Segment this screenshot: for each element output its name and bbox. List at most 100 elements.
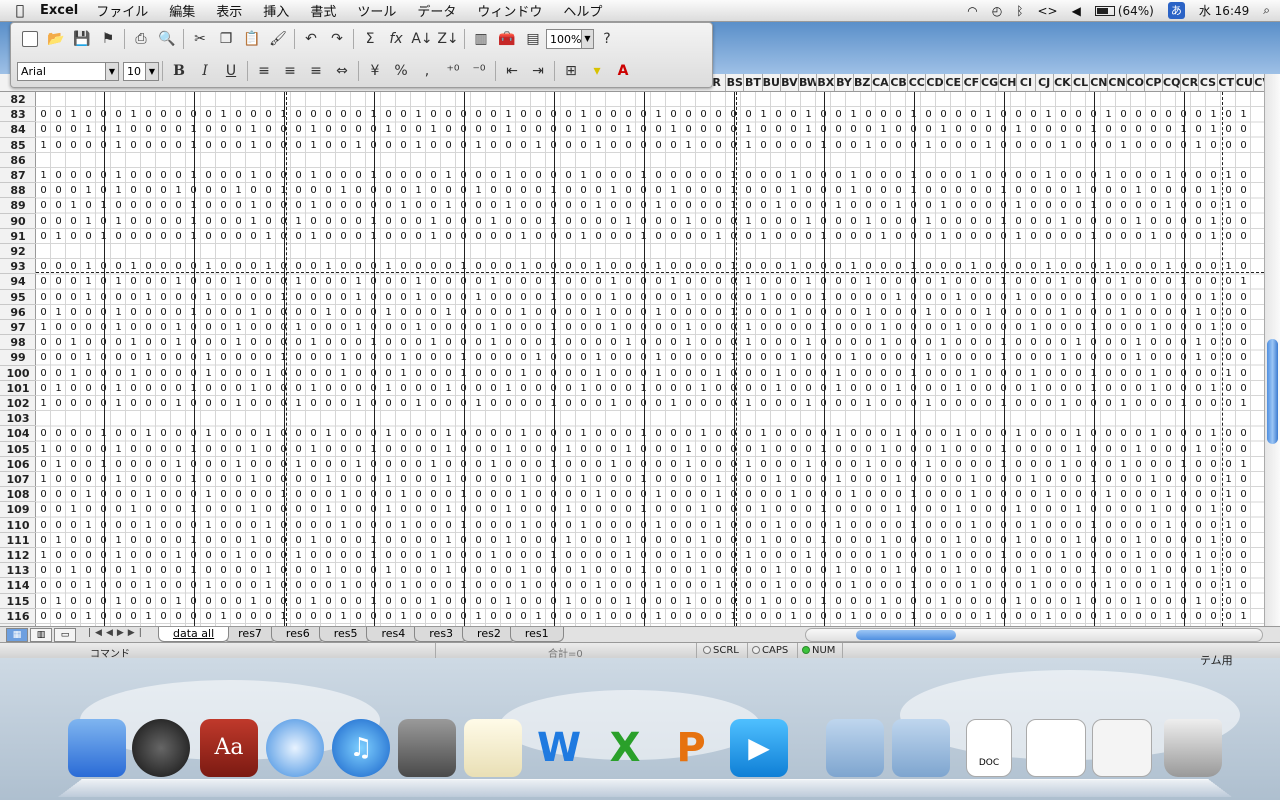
- cell[interactable]: 0: [981, 426, 996, 441]
- cell[interactable]: 0: [801, 183, 816, 198]
- cell[interactable]: 0: [321, 335, 336, 350]
- cell[interactable]: 0: [861, 350, 876, 365]
- cell[interactable]: 0: [936, 457, 951, 472]
- cell[interactable]: 0: [426, 366, 441, 381]
- cell[interactable]: 0: [651, 183, 666, 198]
- cell[interactable]: 0: [846, 426, 861, 441]
- cell[interactable]: 0: [396, 457, 411, 472]
- cell[interactable]: 0: [591, 502, 606, 517]
- cell[interactable]: 0: [216, 366, 231, 381]
- cell[interactable]: 0: [396, 472, 411, 487]
- cell[interactable]: 0: [156, 320, 171, 335]
- row-header[interactable]: 100: [0, 366, 36, 381]
- cell[interactable]: 0: [156, 122, 171, 137]
- cell[interactable]: 0: [606, 518, 621, 533]
- cell[interactable]: 0: [111, 426, 126, 441]
- cell[interactable]: 0: [81, 335, 96, 350]
- cell[interactable]: 1: [846, 107, 861, 122]
- cell[interactable]: 0: [936, 305, 951, 320]
- cell[interactable]: 0: [486, 578, 501, 593]
- cell[interactable]: 1: [651, 350, 666, 365]
- cell[interactable]: 0: [81, 533, 96, 548]
- cell[interactable]: 0: [336, 396, 351, 411]
- cell[interactable]: 0: [486, 183, 501, 198]
- cell[interactable]: 0: [1236, 229, 1251, 244]
- cell[interactable]: 0: [156, 305, 171, 320]
- cell[interactable]: 1: [651, 107, 666, 122]
- cell[interactable]: 0: [336, 138, 351, 153]
- cell[interactable]: 1: [141, 426, 156, 441]
- cell[interactable]: 0: [831, 290, 846, 305]
- cell[interactable]: 1: [201, 426, 216, 441]
- cell[interactable]: 1: [531, 350, 546, 365]
- cell[interactable]: 0: [1221, 122, 1236, 137]
- cell[interactable]: 0: [66, 183, 81, 198]
- cell[interactable]: 0: [1071, 366, 1086, 381]
- cell[interactable]: 0: [516, 350, 531, 365]
- cell[interactable]: 0: [486, 107, 501, 122]
- cell[interactable]: 0: [1191, 472, 1206, 487]
- cell[interactable]: 0: [381, 290, 396, 305]
- cell[interactable]: 0: [1191, 122, 1206, 137]
- cell[interactable]: 0: [756, 183, 771, 198]
- cell[interactable]: 0: [306, 350, 321, 365]
- cell[interactable]: 0: [591, 457, 606, 472]
- applications-folder-icon[interactable]: [826, 719, 884, 777]
- cell[interactable]: 0: [666, 335, 681, 350]
- cell[interactable]: 0: [1011, 563, 1026, 578]
- cell[interactable]: 0: [696, 168, 711, 183]
- cell[interactable]: 0: [591, 594, 606, 609]
- cell[interactable]: 0: [66, 457, 81, 472]
- cell[interactable]: 0: [876, 107, 891, 122]
- cell[interactable]: 0: [426, 107, 441, 122]
- cell[interactable]: 0: [231, 138, 246, 153]
- cell[interactable]: 0: [441, 138, 456, 153]
- cell[interactable]: 0: [231, 168, 246, 183]
- cell[interactable]: 0: [606, 214, 621, 229]
- cell[interactable]: 0: [141, 548, 156, 563]
- cell[interactable]: 1: [966, 487, 981, 502]
- cell[interactable]: 0: [1041, 396, 1056, 411]
- cell[interactable]: 0: [891, 578, 906, 593]
- cell[interactable]: 1: [411, 107, 426, 122]
- cell[interactable]: 1: [681, 335, 696, 350]
- horizontal-scroll-thumb[interactable]: [856, 630, 956, 640]
- cell[interactable]: 0: [1026, 350, 1041, 365]
- cell[interactable]: 0: [426, 305, 441, 320]
- cell[interactable]: 1: [741, 214, 756, 229]
- cell[interactable]: 0: [1071, 457, 1086, 472]
- cell[interactable]: 0: [306, 274, 321, 289]
- cell[interactable]: 0: [966, 350, 981, 365]
- cell[interactable]: 1: [291, 274, 306, 289]
- cell[interactable]: 0: [966, 457, 981, 472]
- cell[interactable]: 0: [846, 457, 861, 472]
- cell[interactable]: 0: [651, 274, 666, 289]
- cell[interactable]: 1: [891, 502, 906, 517]
- cell[interactable]: 0: [216, 563, 231, 578]
- cell[interactable]: 0: [936, 502, 951, 517]
- font-color-icon[interactable]: A: [610, 59, 636, 83]
- cell[interactable]: 0: [1101, 548, 1116, 563]
- sort-descending-icon[interactable]: Z↓: [435, 27, 461, 51]
- cell[interactable]: 1: [51, 229, 66, 244]
- cell[interactable]: 1: [531, 138, 546, 153]
- cell[interactable]: 0: [606, 487, 621, 502]
- cell[interactable]: 1: [801, 457, 816, 472]
- cell[interactable]: 0: [681, 305, 696, 320]
- cell[interactable]: 0: [1026, 168, 1041, 183]
- cell[interactable]: 0: [1191, 609, 1206, 624]
- cell[interactable]: 0: [876, 274, 891, 289]
- cell[interactable]: 1: [1206, 229, 1221, 244]
- cell[interactable]: 0: [216, 350, 231, 365]
- cell[interactable]: 0: [1026, 335, 1041, 350]
- cell[interactable]: 0: [261, 457, 276, 472]
- cell[interactable]: 1: [1071, 533, 1086, 548]
- cell[interactable]: 0: [861, 198, 876, 213]
- cell[interactable]: 1: [1206, 107, 1221, 122]
- cell[interactable]: 0: [1161, 426, 1176, 441]
- cell[interactable]: 0: [696, 396, 711, 411]
- cell[interactable]: 0: [606, 472, 621, 487]
- cell[interactable]: 0: [876, 578, 891, 593]
- cell[interactable]: 1: [696, 381, 711, 396]
- undo-icon[interactable]: ↶: [298, 27, 324, 51]
